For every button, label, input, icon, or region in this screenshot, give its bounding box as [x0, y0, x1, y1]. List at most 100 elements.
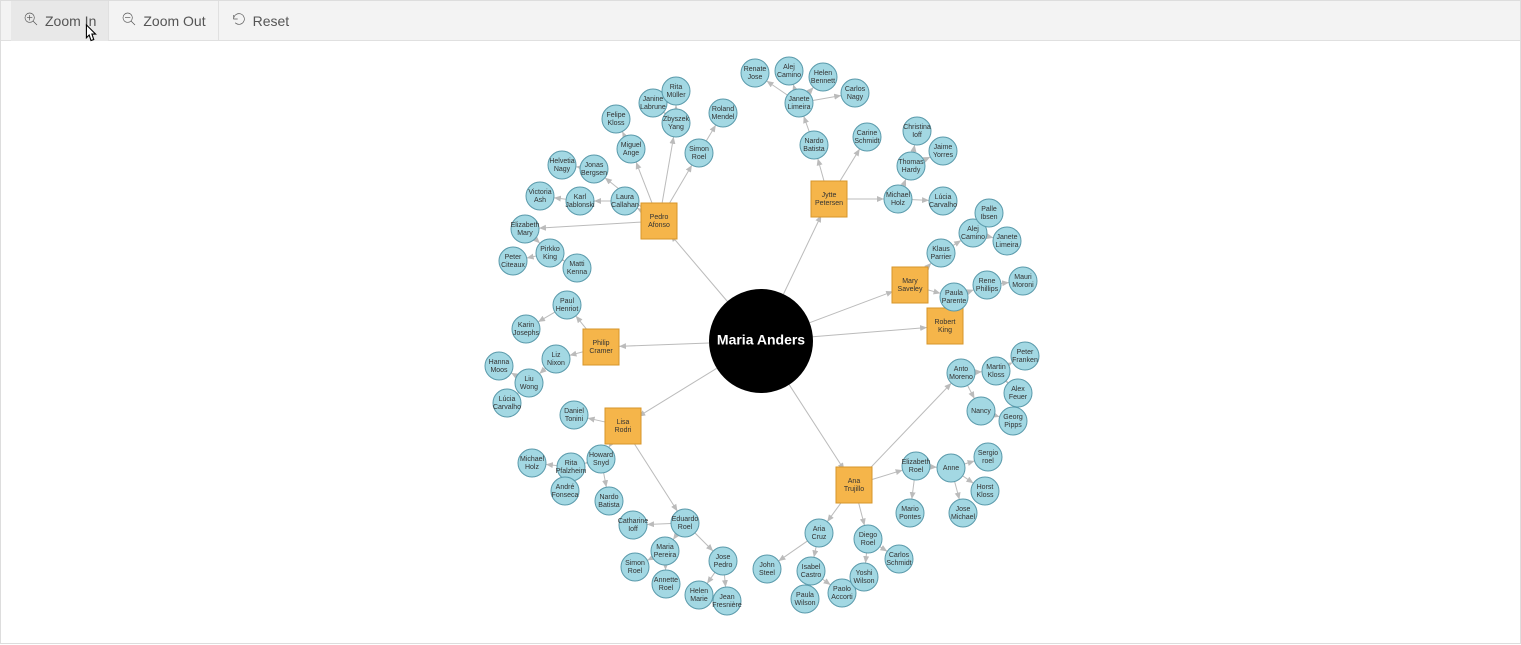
leaf-node[interactable]: KarinJosephs [512, 315, 540, 343]
square-node[interactable]: MarySaveley [892, 267, 928, 303]
leaf-node[interactable]: MattiKenna [563, 254, 591, 282]
leaf-node[interactable]: RitaMüller [662, 77, 690, 105]
leaf-node[interactable]: ElizabethMary [511, 215, 540, 243]
leaf-node[interactable]: MiguelAnge [617, 135, 645, 163]
leaf-node[interactable]: AntoMoreno [947, 359, 975, 387]
svg-text:DanielTonini: DanielTonini [564, 408, 584, 423]
zoom-out-button[interactable]: Zoom Out [109, 1, 218, 41]
leaf-node[interactable]: LúciaCarvalho [929, 187, 957, 215]
leaf-node[interactable]: VictoriaAsh [526, 182, 554, 210]
leaf-node[interactable]: JaneteLimeira [785, 89, 813, 117]
leaf-node[interactable]: DiegoRoel [854, 525, 882, 553]
leaf-node[interactable]: ZbyszekYang [662, 109, 690, 137]
leaf-node[interactable]: EduardoRoel [671, 509, 699, 537]
leaf-node[interactable]: MarioPontes [896, 499, 924, 527]
leaf-node[interactable]: NardoBatista [595, 487, 623, 515]
svg-text:FelipeKloss: FelipeKloss [606, 112, 625, 127]
square-node[interactable]: PhilipCramer [583, 329, 619, 365]
zoom-in-button[interactable]: Zoom In [11, 1, 109, 41]
svg-text:SimonRoel: SimonRoel [625, 560, 645, 575]
leaf-node[interactable]: Anne [937, 454, 965, 482]
leaf-node[interactable]: JaimeYorres [929, 137, 957, 165]
leaf-node[interactable]: HelvetiaNagy [548, 151, 576, 179]
leaf-node[interactable]: AlexFeuer [1004, 379, 1032, 407]
leaf-node[interactable]: ChristinaIoff [903, 117, 931, 145]
network-diagram[interactable]: Maria Anders PedroAfonso JyttePetersen Mary… [1, 41, 1521, 645]
leaf-node[interactable]: MauriMoroni [1009, 267, 1037, 295]
svg-text:CarlosNagy: CarlosNagy [845, 86, 866, 101]
square-node[interactable]: RobertKing [927, 308, 963, 344]
leaf-node[interactable]: PirkkoKing [536, 239, 564, 267]
leaf-node[interactable]: HorstKloss [971, 477, 999, 505]
leaf-node[interactable]: HelenBennett [809, 63, 837, 91]
leaf-node[interactable]: AlejCamino [775, 57, 803, 85]
leaf-node[interactable]: FelipeKloss [602, 105, 630, 133]
leaf-node[interactable]: YoshiWilson [850, 563, 878, 591]
svg-text:JaimeYorres: JaimeYorres [933, 144, 953, 159]
leaf-node[interactable]: JohnSteel [753, 555, 781, 583]
leaf-node[interactable]: ThomasHardy [897, 152, 925, 180]
leaf-node[interactable]: SimonRoel [621, 553, 649, 581]
leaf-node[interactable]: CarlosSchmidt [885, 545, 913, 573]
square-node[interactable]: JyttePetersen [811, 181, 847, 217]
leaf-node[interactable]: MichaelHolz [518, 449, 546, 477]
svg-text:GeorgPipps: GeorgPipps [1003, 414, 1023, 429]
leaf-node[interactable]: PaulaParente [940, 283, 968, 311]
leaf-node[interactable]: IsabelCastro [797, 557, 825, 585]
leaf-node[interactable]: RenePhillips [973, 271, 1001, 299]
leaf-node[interactable]: JoseMichael [949, 499, 977, 527]
leaf-node[interactable]: CatharineIoff [618, 511, 648, 539]
leaf-node[interactable]: JosePedro [709, 547, 737, 575]
leaf-node[interactable]: GeorgPipps [999, 407, 1027, 435]
leaf-node[interactable]: DanielTonini [560, 401, 588, 429]
leaf-node[interactable]: LúciaCarvalho [493, 389, 521, 417]
leaf-node[interactable]: RolandMendel [709, 99, 737, 127]
reset-label: Reset [253, 13, 290, 29]
leaf-node[interactable]: PaulHenriot [553, 291, 581, 319]
leaf-node[interactable]: AnnetteRoel [652, 570, 680, 598]
square-node[interactable]: AnaTrujillo [836, 467, 872, 503]
leaf-node[interactable]: SimonRoel [685, 139, 713, 167]
leaf-node[interactable]: LauraCallahan [611, 187, 639, 215]
leaf-node[interactable]: HelenMarie [685, 581, 713, 609]
leaf-node[interactable]: RitaPfalzheim [556, 453, 587, 481]
reset-icon [231, 11, 247, 30]
leaf-node[interactable]: KlausParrier [927, 239, 955, 267]
leaf-node[interactable]: JaneteLimeira [993, 227, 1021, 255]
leaf-node[interactable]: LiuWong [515, 369, 543, 397]
leaf-node[interactable]: CarineSchmidt [853, 123, 881, 151]
leaf-node[interactable]: PeterCiteaux [499, 247, 527, 275]
leaf-node[interactable]: CarlosNagy [841, 79, 869, 107]
leaf-node[interactable]: PeterFranken [1011, 342, 1039, 370]
svg-text:JonasBergsen: JonasBergsen [581, 162, 607, 177]
center-node[interactable]: Maria Anders [709, 289, 813, 393]
svg-text:MauriMoroni: MauriMoroni [1012, 274, 1034, 289]
leaf-node[interactable]: HowardSnyd [587, 445, 615, 473]
leaf-node[interactable]: KarlJablonski [565, 187, 595, 215]
svg-text:HelenMarie: HelenMarie [690, 588, 708, 603]
leaf-node[interactable]: PalleIbsen [975, 199, 1003, 227]
svg-text:CarlosSchmidt: CarlosSchmidt [886, 552, 911, 567]
leaf-node[interactable]: AndréFonseca [551, 477, 579, 505]
leaf-node[interactable]: Nancy [967, 397, 995, 425]
square-node[interactable]: PedroAfonso [641, 203, 677, 239]
leaf-node[interactable]: HannaMoos [485, 352, 513, 380]
leaf-node[interactable]: JonasBergsen [580, 155, 608, 183]
leaf-node[interactable]: Sergioroel [974, 443, 1002, 471]
leaf-node[interactable]: RenateJose [741, 59, 769, 87]
toolbar: Zoom In Zoom Out Reset [1, 1, 1520, 41]
leaf-node[interactable]: MartinKloss [982, 357, 1010, 385]
leaf-node[interactable]: NardoBatista [800, 131, 828, 159]
leaf-node[interactable]: MichaelHolz [884, 185, 912, 213]
leaf-node[interactable]: AriaCruz [805, 519, 833, 547]
leaf-node[interactable]: PaulaWilson [791, 585, 819, 613]
svg-text:PaulaWilson: PaulaWilson [794, 592, 815, 607]
svg-text:RolandMendel: RolandMendel [712, 106, 735, 121]
svg-text:HannaMoos: HannaMoos [489, 359, 510, 374]
square-node[interactable]: LisaRodri [605, 408, 641, 444]
leaf-node[interactable]: ElizabethRoel [902, 452, 931, 480]
reset-button[interactable]: Reset [219, 1, 302, 41]
leaf-node[interactable]: JeanFresnière [712, 587, 742, 615]
leaf-node[interactable]: MariaPereira [651, 537, 679, 565]
leaf-node[interactable]: LizNixon [542, 345, 570, 373]
